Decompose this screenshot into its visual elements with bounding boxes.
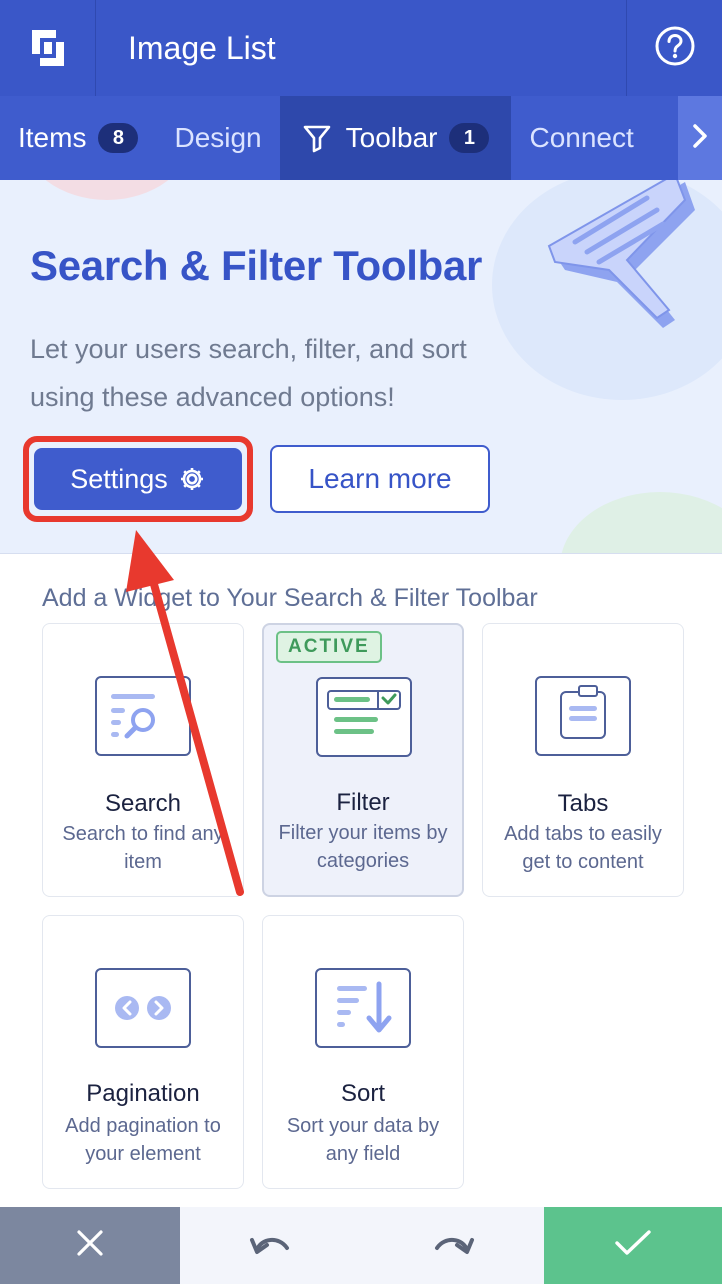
widget-card-filter[interactable]: ACTIVE Filter Filter your items by categ… <box>262 623 464 897</box>
widget-pagination-description: Add pagination to your element <box>65 1115 221 1165</box>
filter-widget-icon <box>316 677 412 757</box>
check-icon <box>613 1228 653 1263</box>
redo-button[interactable] <box>393 1207 513 1284</box>
tab-items-count: 8 <box>98 123 139 153</box>
widget-card-tabs[interactable]: Tabs Add tabs to easily get to content <box>482 623 684 897</box>
tab-connect-label: Connect <box>529 122 634 153</box>
widget-pagination-name: Pagination <box>86 1080 200 1107</box>
widget-card-sort[interactable]: Sort Sort your data by any field <box>262 915 464 1189</box>
widget-sort-name: Sort <box>340 1080 385 1107</box>
active-badge: ACTIVE <box>276 631 382 663</box>
learn-more-button[interactable]: Learn more <box>270 445 490 513</box>
tab-items-label: Items <box>18 122 87 153</box>
section-title: Add a Widget to Your Search & Filter Too… <box>42 584 538 612</box>
gear-icon <box>178 465 206 493</box>
tab-bar: Items 8 Design Toolbar 1 Connect <box>0 96 722 180</box>
widget-filter-description: Filter your items by categories <box>278 822 448 872</box>
widget-card-pagination[interactable]: Pagination Add pagination to your elemen… <box>42 915 244 1189</box>
tab-items[interactable]: Items 8 <box>0 96 156 180</box>
widget-sort-description: Sort your data by any field <box>286 1115 440 1165</box>
cancel-button[interactable] <box>0 1207 180 1284</box>
tab-toolbar-count: 1 <box>449 123 490 153</box>
bottom-action-bar <box>0 1207 722 1284</box>
chevron-right-icon <box>690 122 710 155</box>
tab-toolbar[interactable]: Toolbar 1 <box>279 96 512 180</box>
widget-tabs-description: Add tabs to easily get to content <box>504 823 662 873</box>
hero-description: Let your users search, filter, and sort … <box>30 334 467 412</box>
image-list-editor: Image List Items 8 Design Toolbar 1 Conn… <box>0 0 722 1284</box>
tab-design-label: Design <box>174 122 262 153</box>
hero-banner: Search & Filter Toolbar Let your users s… <box>0 180 722 554</box>
tab-toolbar-label: Toolbar <box>345 122 438 153</box>
sort-widget-icon <box>315 968 411 1048</box>
tab-design[interactable]: Design <box>156 96 279 180</box>
help-button[interactable] <box>626 0 722 96</box>
question-circle-icon <box>654 25 696 72</box>
redo-icon <box>431 1228 475 1263</box>
widget-filter-name: Filter <box>336 789 390 816</box>
decor-blob-pink <box>22 180 192 200</box>
search-widget-icon <box>95 676 191 756</box>
tabs-next-button[interactable] <box>678 96 722 180</box>
funnel-icon <box>302 123 332 153</box>
settings-button-label: Settings <box>70 463 168 494</box>
widget-card-search[interactable]: Search Search to find any item <box>42 623 244 897</box>
decor-blob-green <box>560 492 722 553</box>
widget-search-description: Search to find any item <box>62 823 224 873</box>
save-button[interactable] <box>544 1207 722 1284</box>
hero-title: Search & Filter Toolbar <box>30 242 483 289</box>
header: Image List <box>0 0 722 96</box>
widget-tabs-name: Tabs <box>557 790 609 817</box>
history-controls <box>180 1207 544 1284</box>
funnel-illustration-icon <box>547 180 695 328</box>
settings-button[interactable]: Settings <box>34 448 242 510</box>
app-title: Image List <box>128 29 276 66</box>
undo-icon <box>249 1228 293 1263</box>
tab-connect[interactable]: Connect <box>511 96 651 180</box>
widget-search-name: Search <box>104 790 182 817</box>
pagination-widget-icon <box>95 968 191 1048</box>
undo-button[interactable] <box>211 1207 331 1284</box>
tabs-widget-icon <box>535 676 631 756</box>
brand-logo-icon[interactable] <box>0 0 96 96</box>
close-icon <box>75 1228 105 1263</box>
